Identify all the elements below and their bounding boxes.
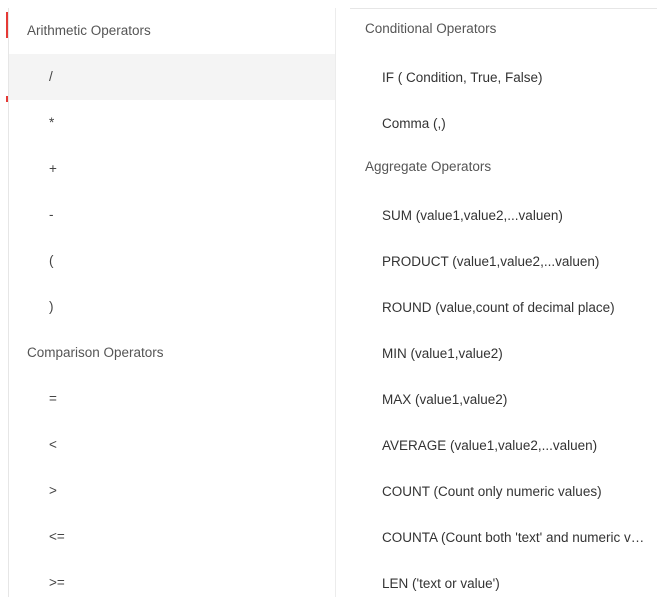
operator-multiply[interactable]: * [9,100,335,146]
function-count[interactable]: COUNT (Count only numeric values) [350,469,657,515]
function-max[interactable]: MAX (value1,value2) [350,377,657,423]
function-sum[interactable]: SUM (value1,value2,...valuen) [350,193,657,239]
operator-greater-than[interactable]: > [9,468,335,514]
operator-equal[interactable]: = [9,376,335,422]
aggregate-operators-header: Aggregate Operators [365,159,492,174]
operator-less-than[interactable]: < [9,422,335,468]
function-len[interactable]: LEN ('text or value') [350,561,657,597]
function-if[interactable]: IF ( Condition, True, False) [350,55,657,101]
conditional-operators-header: Conditional Operators [365,21,497,36]
function-min[interactable]: MIN (value1,value2) [350,331,657,377]
function-counta[interactable]: COUNTA (Count both 'text' and numeric va… [350,515,657,561]
operator-close-paren[interactable]: ) [9,284,335,330]
right-operator-list[interactable]: Conditional Operators IF ( Condition, Tr… [350,8,657,597]
left-operator-list[interactable]: Arithmetic Operators / * + - ( ) Compari… [8,8,336,597]
comparison-operators-header: Comparison Operators [27,345,164,360]
function-average[interactable]: AVERAGE (value1,value2,...valuen) [350,423,657,469]
arithmetic-operators-header: Arithmetic Operators [27,23,151,38]
operator-less-equal[interactable]: <= [9,514,335,560]
function-round[interactable]: ROUND (value,count of decimal place) [350,285,657,331]
function-product[interactable]: PRODUCT (value1,value2,...valuen) [350,239,657,285]
operator-divide[interactable]: / [9,54,335,100]
operator-greater-equal[interactable]: >= [9,560,335,597]
operator-comma[interactable]: Comma (,) [350,101,657,147]
operator-subtract[interactable]: - [9,192,335,238]
operator-open-paren[interactable]: ( [9,238,335,284]
operator-add[interactable]: + [9,146,335,192]
